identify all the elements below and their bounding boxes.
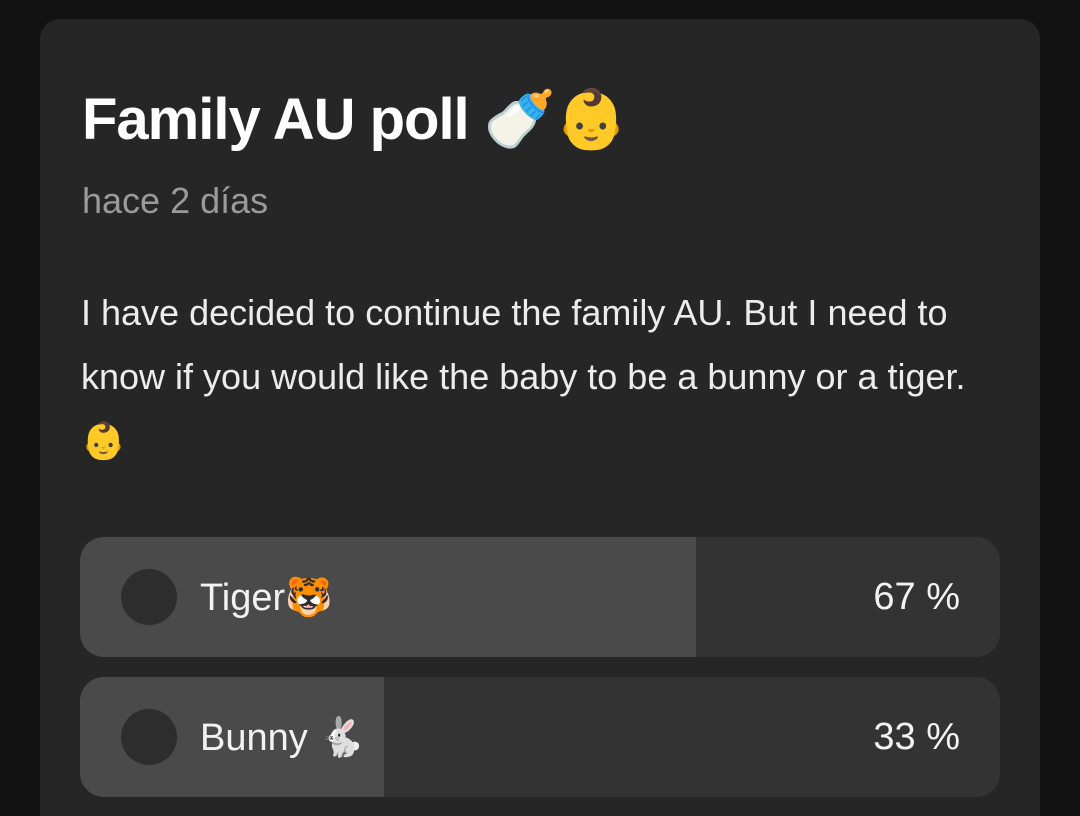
poll-option-label: Bunny 🐇 <box>200 677 366 797</box>
post-timestamp: hace 2 días <box>82 180 269 221</box>
post-body-text: I have decided to continue the family AU… <box>81 292 966 397</box>
poll-option-percent: 33 % <box>873 716 960 758</box>
rabbit-emoji-icon: 🐇 <box>318 715 366 759</box>
poll-option-label: Tiger🐯 <box>200 537 333 657</box>
poll-option-label-text: Tiger <box>200 577 286 619</box>
post-title: Family AU poll 🍼👶 <box>82 79 627 160</box>
baby-emoji-icon: 👶 <box>81 421 126 462</box>
poll-option-bunny[interactable]: Bunny 🐇 33 % <box>80 677 1000 797</box>
poll-option-tiger[interactable]: Tiger🐯 67 % <box>80 537 1000 657</box>
radio-button-icon[interactable] <box>121 709 177 765</box>
bottle-baby-emoji-icon: 🍼👶 <box>483 85 627 153</box>
tiger-emoji-icon: 🐯 <box>285 575 333 619</box>
radio-button-icon[interactable] <box>121 569 177 625</box>
poll-option-label-text: Bunny <box>200 717 308 759</box>
poll-option-percent: 67 % <box>873 576 960 618</box>
poll-card: Family AU poll 🍼👶 hace 2 días I have dec… <box>40 19 1040 816</box>
post-title-text: Family AU poll <box>82 87 470 152</box>
post-body: I have decided to continue the family AU… <box>81 281 1011 474</box>
